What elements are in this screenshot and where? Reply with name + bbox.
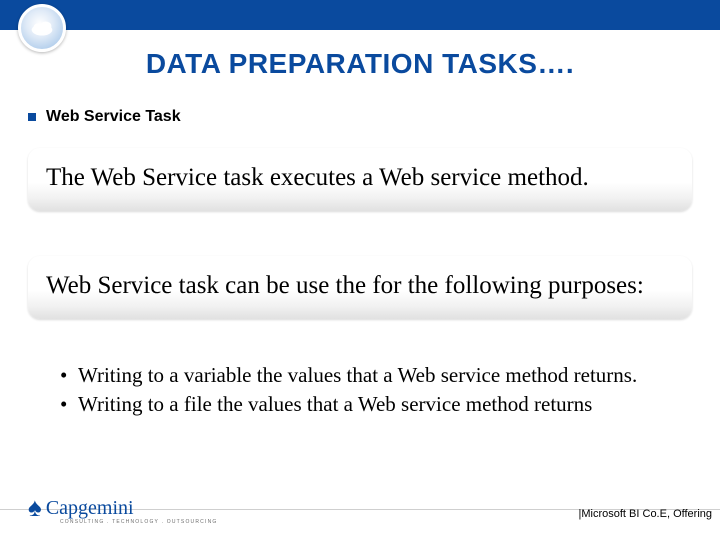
slide-title: DATA PREPARATION TASKS…. bbox=[0, 48, 720, 80]
square-bullet-icon bbox=[28, 113, 36, 121]
footer-logo: ♠ Capgemini CONSULTING . TECHNOLOGY . OU… bbox=[28, 493, 134, 524]
spade-icon: ♠ bbox=[28, 492, 42, 523]
section-bullet: Web Service Task bbox=[28, 108, 181, 126]
top-blue-bar bbox=[0, 0, 720, 30]
cloud-circle-logo-icon bbox=[18, 4, 66, 52]
slide: DATA PREPARATION TASKS…. Web Service Tas… bbox=[0, 0, 720, 540]
section-bullet-label: Web Service Task bbox=[46, 108, 181, 126]
footer-brand: Capgemini bbox=[46, 497, 134, 520]
info-panel-1-text: The Web Service task executes a Web serv… bbox=[46, 162, 674, 193]
footer-tagline: CONSULTING . TECHNOLOGY . OUTSOURCING bbox=[60, 519, 217, 525]
footer-right-text: |Microsoft BI Co.E, Offering bbox=[579, 508, 712, 520]
info-panel-2: Web Service task can be use the for the … bbox=[28, 256, 692, 319]
info-panel-2-text: Web Service task can be use the for the … bbox=[46, 270, 674, 301]
list-item: Writing to a file the values that a Web … bbox=[60, 391, 680, 418]
sub-bullet-list: Writing to a variable the values that a … bbox=[60, 362, 680, 421]
info-panel-1: The Web Service task executes a Web serv… bbox=[28, 148, 692, 211]
cloud-icon bbox=[27, 13, 57, 43]
list-item: Writing to a variable the values that a … bbox=[60, 362, 680, 389]
